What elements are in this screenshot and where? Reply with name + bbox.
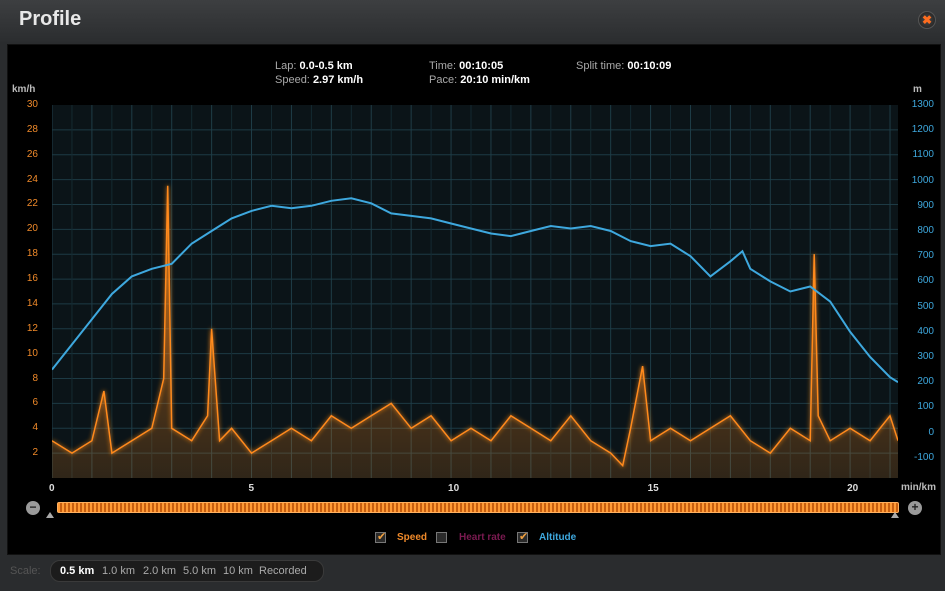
range-slider-start-handle[interactable] [46,512,54,518]
plot-background [52,105,898,478]
altitude-legend-label: Altitude [539,532,577,543]
x-tick-label: 5 [248,483,255,494]
left-axis-unit: km/h [12,84,36,95]
right-y-tick-label: 600 [917,275,934,287]
check-icon: ✔ [519,531,529,543]
scale-option[interactable]: 10 km [223,565,253,577]
right-y-tick-label: -100 [913,451,934,463]
minus-icon: − [29,500,37,514]
left-y-tick-label: 20 [26,223,38,235]
lap-stats: Lap: 0.0-0.5 km Speed: 2.97 km/h [275,59,363,87]
right-y-tick-label: 900 [917,199,934,211]
heart-rate-checkbox[interactable] [436,532,447,543]
right-y-tick-label: 200 [917,376,934,388]
altitude-checkbox[interactable]: ✔ [517,531,529,543]
scale-option[interactable]: 2.0 km [143,565,176,577]
pace-label: Pace: [429,74,458,86]
right-y-tick-label: 300 [917,351,934,363]
pace-value: 20:10 min/km [460,74,530,86]
x-axis-unit: min/km [901,482,937,493]
time-value: 00:10:05 [459,60,504,72]
speed-legend-label: Speed [397,532,428,543]
speed-checkbox[interactable]: ✔ [375,531,387,543]
left-y-tick-label: 6 [32,397,38,409]
check-icon: ✔ [377,531,387,543]
left-y-tick-label: 4 [32,422,38,434]
scale-option[interactable]: 0.5 km [60,565,94,577]
chart-panel: Lap: 0.0-0.5 km Speed: 2.97 km/h Time: 0… [7,44,941,555]
range-slider-end-handle[interactable] [891,512,899,518]
right-axis-unit: m [913,84,922,95]
scale-option[interactable]: 1.0 km [102,565,135,577]
right-y-tick-label: 700 [917,250,934,262]
left-y-tick-label: 26 [26,148,38,160]
time-label: Time: [429,60,457,72]
left-y-tick-label: 30 [26,99,38,110]
x-tick-label: 20 [847,483,859,494]
left-y-tick-label: 24 [26,173,38,185]
profile-chart[interactable] [52,105,898,478]
left-y-tick-label: 14 [26,297,38,309]
range-slider[interactable] [57,502,899,513]
right-y-tick-label: 500 [917,300,934,312]
x-tick-label: 0 [49,483,55,494]
zoom-out-button[interactable]: − [26,501,40,515]
right-y-tick-label: 100 [917,401,934,413]
right-y-tick-label: 1000 [911,174,934,186]
left-y-tick-label: 12 [26,322,38,334]
speed-label: Speed: [275,74,310,86]
split-label: Split time: [576,60,625,72]
left-y-tick-label: 2 [32,447,38,459]
split-value: 00:10:09 [627,60,672,72]
window-title: Profile [19,8,82,30]
zoom-in-button[interactable]: + [908,501,922,515]
speed-value: 2.97 km/h [312,74,364,86]
x-tick-label: 10 [448,483,460,494]
left-y-tick-label: 8 [32,372,38,384]
scale-option[interactable]: Recorded [259,565,307,577]
title-bar: Profile ✖ [0,0,945,42]
left-y-tick-label: 22 [26,198,38,210]
close-icon: ✖ [921,13,933,27]
x-tick-label: 15 [647,483,659,494]
right-y-tick-label: 1100 [912,149,934,161]
right-y-tick-label: 800 [917,225,934,236]
split-stats: Split time: 00:10:09 [576,59,671,73]
scale-option[interactable]: 5.0 km [183,565,216,577]
close-button[interactable]: ✖ [918,11,936,29]
right-y-tick-label: 0 [928,426,934,438]
right-y-tick-label: 1300 [911,99,934,110]
time-stats: Time: 00:10:05 Pace: 20:10 min/km [429,59,530,87]
lap-value: 0.0-0.5 km [299,60,353,72]
left-y-tick-label: 16 [26,273,38,285]
scale-label: Scale: [10,565,41,577]
heart-rate-legend-label: Heart rate [459,532,506,543]
left-y-tick-label: 18 [26,248,38,260]
right-y-tick-label: 1200 [911,124,934,136]
left-y-tick-label: 28 [26,123,38,135]
left-y-tick-label: 10 [26,347,38,359]
lap-label: Lap: [275,60,297,72]
plus-icon: + [911,500,919,514]
right-y-tick-label: 400 [917,325,934,337]
